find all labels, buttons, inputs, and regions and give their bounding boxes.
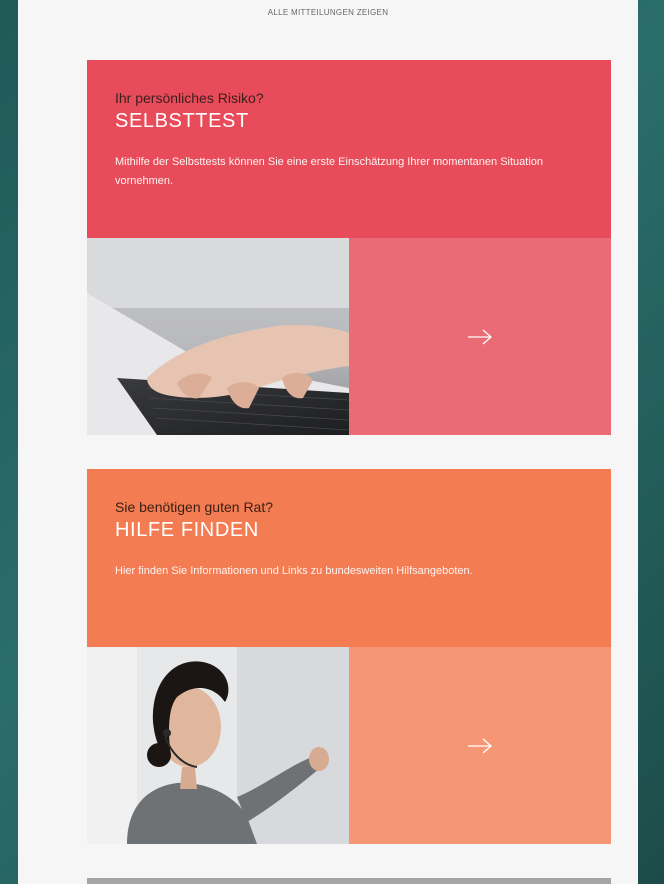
find-help-title[interactable]: HILFE FINDEN [115, 519, 583, 542]
self-test-eyebrow: Ihr persönliches Risiko? [115, 90, 264, 106]
self-test-title[interactable]: SELBSTTEST [115, 110, 583, 133]
find-help-image-area[interactable] [87, 647, 611, 844]
self-test-description: Mithilfe der Selbsttests können Sie eine… [115, 156, 544, 187]
page: ALLE MITTEILUNGEN ZEIGEN Ihr persönliche… [18, 0, 638, 884]
arrow-right-icon[interactable] [467, 327, 493, 347]
find-help-eyebrow: Sie benötigen guten Rat? [115, 499, 274, 515]
find-help-card-header: Sie benötigen guten Rat? HILFE FINDEN Hi… [87, 469, 611, 647]
find-help-description: Hier finden Sie Informationen und Links … [115, 565, 473, 577]
woman-headset-photo [87, 647, 349, 844]
self-test-card-header: Ihr persönliches Risiko? SELBSTTEST Mith… [87, 60, 611, 238]
show-all-messages-link[interactable]: ALLE MITTEILUNGEN ZEIGEN [18, 8, 638, 17]
find-help-card[interactable]: Sie benötigen guten Rat? HILFE FINDEN Hi… [87, 469, 611, 844]
self-test-image-area[interactable] [87, 238, 611, 435]
next-card-edge [87, 878, 611, 884]
keyboard-typing-photo [87, 238, 349, 435]
arrow-right-icon[interactable] [467, 736, 493, 756]
self-test-card[interactable]: Ihr persönliches Risiko? SELBSTTEST Mith… [87, 60, 611, 435]
